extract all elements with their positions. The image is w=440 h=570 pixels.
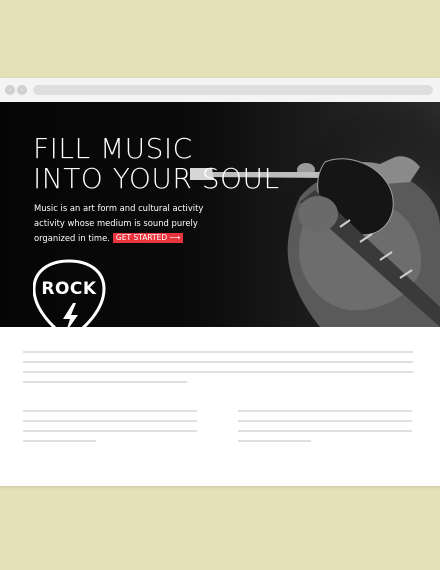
placeholder-line (23, 440, 96, 442)
placeholder-line (23, 371, 413, 373)
placeholder-line (23, 351, 413, 353)
browser-window: ‹ › FILL MUSIC INTO YOUR SOUL Music is a… (0, 78, 440, 486)
arrow-right-icon: ⟶ (169, 233, 181, 242)
lightning-bolt-icon (63, 303, 78, 327)
placeholder-line (23, 361, 413, 363)
placeholder-line (23, 381, 187, 383)
hero-description: Music is an art form and cultural activi… (34, 201, 234, 246)
placeholder-line (23, 410, 197, 412)
placeholder-line (238, 410, 412, 412)
headline-line-1: FILL MUSIC (33, 132, 193, 165)
get-started-label: GET STARTED (115, 233, 168, 242)
rock-badge: ROCK (32, 259, 107, 327)
hero-banner: FILL MUSIC INTO YOUR SOUL Music is an ar… (0, 102, 440, 327)
back-icon[interactable]: ‹ (5, 85, 15, 95)
placeholder-line (238, 430, 412, 432)
placeholder-line (238, 440, 311, 442)
get-started-button[interactable]: GET STARTED ⟶ (112, 233, 184, 243)
content-placeholder (0, 327, 440, 486)
placeholder-line (23, 430, 197, 432)
browser-toolbar: ‹ › (0, 78, 440, 103)
hero-headline: FILL MUSIC INTO YOUR SOUL (33, 134, 280, 194)
placeholder-line (238, 420, 412, 422)
badge-label: ROCK (41, 279, 97, 299)
placeholder-line (23, 420, 197, 422)
address-bar[interactable] (33, 85, 433, 95)
forward-icon[interactable]: › (17, 85, 27, 95)
headline-line-2: INTO YOUR SOUL (33, 162, 280, 195)
